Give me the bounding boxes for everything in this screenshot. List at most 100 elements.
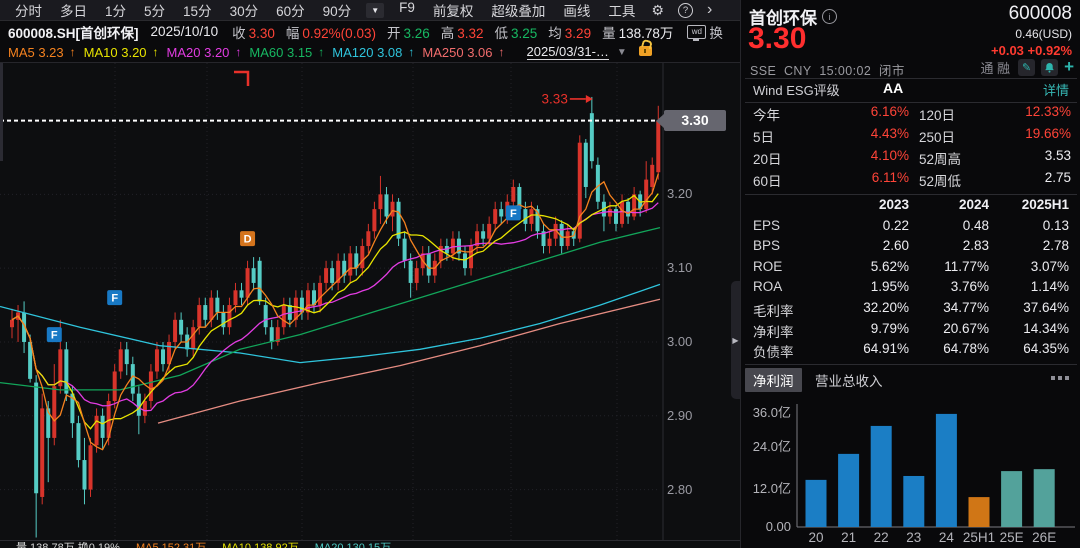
- candle: [626, 198, 630, 224]
- chevron-down-icon[interactable]: ▼: [617, 47, 627, 58]
- chevron-right-icon[interactable]: ›: [707, 1, 712, 19]
- toolbar-period-tab[interactable]: 多日: [51, 0, 96, 20]
- candle: [264, 298, 268, 335]
- alert-bell-icon[interactable]: [1041, 59, 1058, 76]
- profit-bar: [1001, 471, 1022, 527]
- clipped-indicator-line: 量 138.78万 换0.19%MA5 152.31万MA10 138.92万M…: [0, 542, 754, 548]
- candle: [366, 224, 370, 254]
- trading-terminal-window: 分时多日1分5分15分30分60分90分 ▼ F9前复权超级叠加画线工具 ⚙ ?…: [0, 0, 1080, 548]
- quote-field: 幅0.92%(0.03): [286, 22, 376, 42]
- kline-chart: FFDF3.33: [0, 63, 740, 548]
- edit-pencil-icon[interactable]: ✎: [1018, 59, 1035, 76]
- candle: [548, 231, 552, 253]
- fin-table-row: ROA1.95%3.76%1.14%: [741, 279, 1080, 300]
- quote-field: 收3.30: [232, 22, 275, 42]
- info-icon[interactable]: i: [822, 9, 837, 24]
- price-axis-label: 3.00: [667, 334, 692, 349]
- period-tabs: 分时多日1分5分15分30分60分90分: [6, 0, 360, 20]
- candle: [173, 312, 177, 349]
- candle: [342, 253, 346, 283]
- toolbar-period-tab[interactable]: 5分: [135, 0, 174, 20]
- candle: [397, 198, 401, 246]
- profit-bar: [1034, 469, 1055, 527]
- price-axis-label: 3.10: [667, 260, 692, 275]
- bar-y-tick: 24.0亿: [753, 439, 791, 454]
- candle: [312, 283, 316, 313]
- tab-total-revenue[interactable]: 营业总收入: [807, 368, 891, 392]
- add-to-watchlist-icon[interactable]: +: [1064, 57, 1074, 77]
- toolbar-period-tab[interactable]: 1分: [96, 0, 135, 20]
- candle: [125, 342, 129, 375]
- unlock-icon[interactable]: [639, 46, 652, 56]
- bar-x-label: 25H1: [963, 530, 995, 545]
- help-icon[interactable]: ?: [678, 3, 693, 18]
- svg-text:F: F: [51, 330, 58, 342]
- candle: [40, 394, 44, 505]
- candle: [76, 416, 80, 468]
- candle: [306, 283, 310, 320]
- candle: [258, 257, 262, 305]
- event-marker-D: D: [240, 231, 255, 246]
- gear-icon[interactable]: ⚙: [651, 2, 664, 19]
- chevron-down-icon: ▼: [371, 6, 379, 15]
- bar-x-label: 26E: [1032, 530, 1056, 545]
- perf-row: 5日4.43%250日19.66%: [741, 126, 1080, 148]
- toolbar-period-tab[interactable]: 分时: [6, 0, 51, 20]
- candle: [644, 161, 648, 213]
- toolbar-action[interactable]: 前复权: [424, 0, 483, 20]
- performance-grid: 今年6.16%120日12.33%5日4.43%250日19.66%20日4.1…: [741, 104, 1080, 192]
- toolbar-period-tab[interactable]: 15分: [174, 0, 221, 20]
- toolbar-action[interactable]: 工具: [599, 0, 644, 20]
- candle: [64, 342, 68, 401]
- candle: [403, 231, 407, 268]
- bar-y-tick: 36.0亿: [753, 405, 791, 420]
- tab-net-profit[interactable]: 净利润: [745, 368, 802, 392]
- toolbar-action[interactable]: 画线: [554, 0, 599, 20]
- candle: [608, 202, 612, 224]
- candle: [149, 364, 153, 408]
- esg-rating: AA: [883, 80, 903, 96]
- candle: [221, 305, 225, 335]
- price-change: +0.03 +0.92%: [991, 43, 1072, 58]
- profit-bar: [903, 476, 924, 527]
- date-range-selector[interactable]: 2025/03/31-…: [527, 44, 609, 60]
- toolbar-action[interactable]: 超级叠加: [482, 0, 554, 20]
- last-price: 3.30: [748, 22, 806, 56]
- toolbar-period-tab[interactable]: 60分: [267, 0, 314, 20]
- more-menu-icon[interactable]: [1051, 376, 1069, 380]
- bar-x-label: 20: [808, 530, 823, 545]
- candlestick-chart-pane[interactable]: FFDF3.33 3.203.103.002.902.80 3.30 量 138…: [0, 62, 740, 548]
- candle: [276, 320, 280, 346]
- bar-x-label: 21: [841, 530, 856, 545]
- perf-row: 今年6.16%120日12.33%: [741, 104, 1080, 126]
- stock-detail-panel: 首创环保 i 600008 3.30 0.46(USD) +0.03 +0.92…: [740, 0, 1080, 548]
- period-dropdown-button[interactable]: ▼: [366, 3, 384, 18]
- up-arrow-icon: ↑: [408, 45, 414, 60]
- toolbar-period-tab[interactable]: 90分: [314, 0, 361, 20]
- candle: [179, 312, 183, 342]
- panel-collapse-handle[interactable]: ▶: [731, 281, 740, 399]
- candle: [463, 246, 467, 276]
- bar-y-tick: 12.0亿: [753, 481, 791, 496]
- candle: [590, 97, 594, 169]
- fin-table-header: 202320242025H1: [741, 197, 1080, 218]
- quote-field: 低3.25: [495, 22, 538, 42]
- esg-detail-link[interactable]: 详情: [1043, 80, 1069, 99]
- candle: [523, 202, 527, 232]
- candle: [10, 309, 14, 339]
- ma-items: MA5 3.23↑MA10 3.20↑MA20 3.20↑MA60 3.15↑M…: [8, 45, 513, 60]
- candle: [415, 261, 419, 291]
- toolbar-action[interactable]: F9: [390, 0, 424, 20]
- quote-bar: 600008.SH[首创环保] 2025/10/10 收3.30幅0.92%(0…: [0, 21, 740, 42]
- candle: [119, 342, 123, 379]
- quote-field: 均3.29: [548, 22, 591, 42]
- profit-bar: [936, 414, 957, 527]
- fin-table-row: EPS0.220.480.13: [741, 218, 1080, 239]
- toolbar-period-tab[interactable]: 30分: [221, 0, 268, 20]
- net-profit-bar-chart: 36.0亿24.0亿12.0亿0.00202122232425H125E26E: [741, 392, 1080, 548]
- candle: [632, 187, 636, 220]
- ma-legend-item: MA120 3.08: [332, 45, 402, 60]
- event-marker-F: F: [107, 290, 122, 305]
- candle: [215, 290, 219, 320]
- left-pane-divider: [0, 63, 3, 161]
